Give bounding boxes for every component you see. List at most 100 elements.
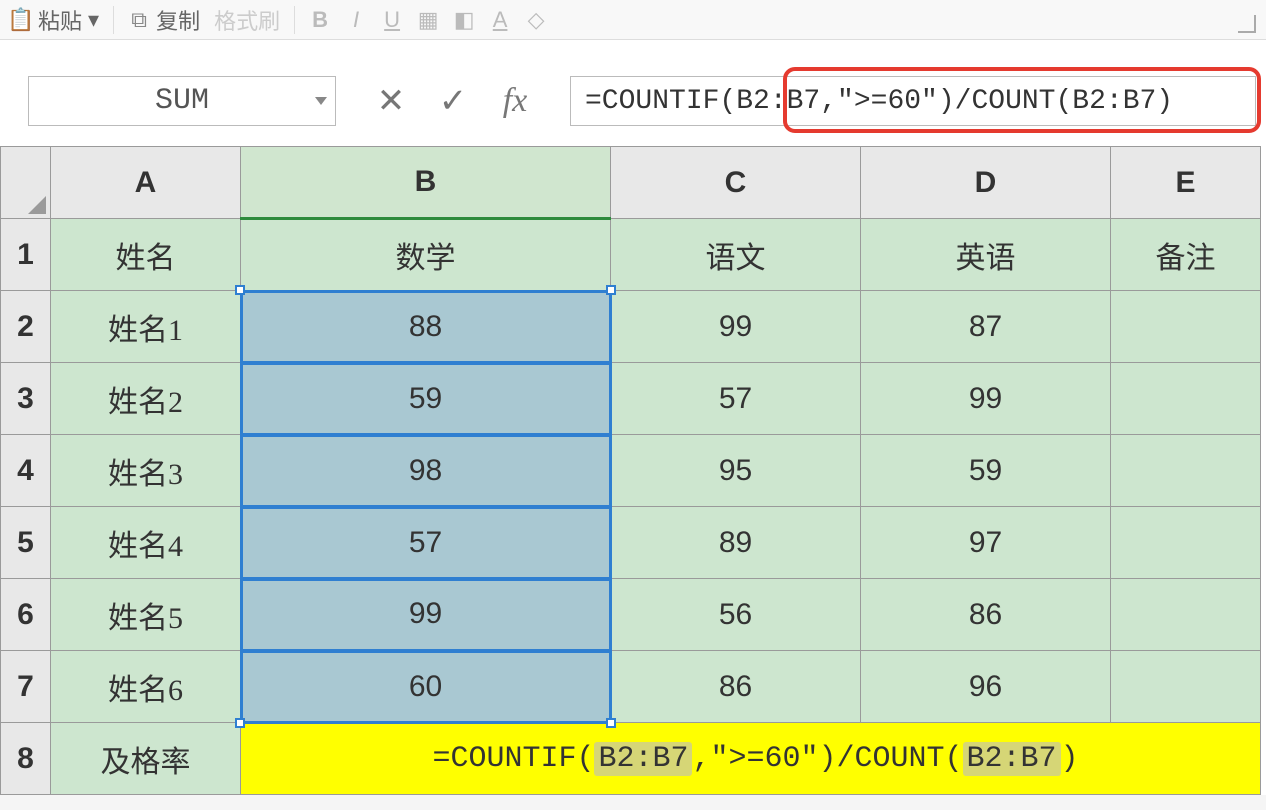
cell[interactable]: 及格率	[51, 723, 241, 795]
cell[interactable]	[1111, 291, 1261, 363]
cell[interactable]: 99	[241, 579, 611, 651]
table-row: 4 姓名3 98 95 59	[1, 435, 1261, 507]
formula-seg: =COUNTIF(	[432, 742, 594, 776]
selection-handle[interactable]	[606, 718, 616, 728]
cell-value: 60	[409, 670, 442, 703]
enter-icon[interactable]: ✓	[434, 82, 472, 120]
cell[interactable]: 97	[861, 507, 1111, 579]
cell[interactable]: 99	[861, 363, 1111, 435]
cell[interactable]: 98	[241, 435, 611, 507]
active-formula-cell[interactable]: =COUNTIF(B2:B7,">=60")/COUNT(B2:B7)	[241, 723, 1261, 795]
cell[interactable]: 86	[861, 579, 1111, 651]
name-box[interactable]: SUM	[28, 76, 336, 126]
chevron-down-icon[interactable]	[315, 97, 327, 105]
cell[interactable]: 姓名4	[51, 507, 241, 579]
selection-handle[interactable]	[235, 285, 245, 295]
formula-ref: B2:B7	[594, 742, 692, 776]
cell[interactable]	[1111, 579, 1261, 651]
row-header[interactable]: 5	[1, 507, 51, 579]
paste-button[interactable]: 📋 粘贴 ▾	[10, 4, 99, 36]
cell[interactable]: 姓名	[51, 219, 241, 291]
cell[interactable]: 姓名2	[51, 363, 241, 435]
table-row: 3 姓名2 59 57 99	[1, 363, 1261, 435]
row-header[interactable]: 8	[1, 723, 51, 795]
formula-bar-buttons: ✕ ✓ fx	[372, 76, 534, 126]
row-header[interactable]: 7	[1, 651, 51, 723]
cell[interactable]: 86	[611, 651, 861, 723]
cell[interactable]	[1111, 363, 1261, 435]
formula-input[interactable]: =COUNTIF(B2:B7,">=60")/COUNT(B2:B7)	[570, 76, 1256, 126]
row-header[interactable]: 3	[1, 363, 51, 435]
dialog-launcher-icon[interactable]	[1238, 15, 1256, 33]
eraser-icon[interactable]: ◇	[525, 9, 547, 31]
clipboard-icon: 📋	[10, 9, 32, 31]
row-header[interactable]: 2	[1, 291, 51, 363]
col-header-E[interactable]: E	[1111, 147, 1261, 219]
cell[interactable]: 语文	[611, 219, 861, 291]
formula-text: =COUNTIF(B2:B7,">=60")/COUNT(B2:B7)	[585, 86, 1173, 117]
formula-seg: )	[1061, 742, 1079, 776]
cell-value: 88	[409, 310, 442, 343]
cancel-icon[interactable]: ✕	[372, 82, 410, 120]
cell[interactable]: 57	[241, 507, 611, 579]
selection-handle[interactable]	[235, 718, 245, 728]
cell[interactable]	[1111, 507, 1261, 579]
col-header-A[interactable]: A	[51, 147, 241, 219]
fill-color-icon[interactable]: ◧	[453, 9, 475, 31]
table-row: 2 姓名1 88 99 87	[1, 291, 1261, 363]
cell[interactable]: 姓名6	[51, 651, 241, 723]
cell[interactable]: 57	[611, 363, 861, 435]
cell[interactable]: 56	[611, 579, 861, 651]
row-header[interactable]: 4	[1, 435, 51, 507]
cell[interactable]: 88	[241, 291, 611, 363]
cell[interactable]: 95	[611, 435, 861, 507]
cell[interactable]: 87	[861, 291, 1111, 363]
cell[interactable]: 60	[241, 651, 611, 723]
cell[interactable]: 89	[611, 507, 861, 579]
format-painter-button[interactable]: 格式刷	[214, 4, 280, 36]
select-all-corner[interactable]	[1, 147, 51, 219]
format-painter-label: 格式刷	[214, 4, 280, 36]
row-header[interactable]: 1	[1, 219, 51, 291]
cell[interactable]: 姓名5	[51, 579, 241, 651]
table-row: 5 姓名4 57 89 97	[1, 507, 1261, 579]
selection-handle[interactable]	[606, 285, 616, 295]
cell[interactable]: 英语	[861, 219, 1111, 291]
table-row: 6 姓名5 99 56 86	[1, 579, 1261, 651]
paste-label: 粘贴	[38, 4, 82, 36]
font-color-icon[interactable]: A	[489, 9, 511, 31]
italic-icon[interactable]: I	[345, 9, 367, 31]
formula-ref: B2:B7	[963, 742, 1061, 776]
grid[interactable]: A B C D E 1 姓名 数学 语文 英语 备注 2 姓名1 88 99 8…	[0, 146, 1261, 795]
table-row: 7 姓名6 60 86 96	[1, 651, 1261, 723]
borders-icon[interactable]: ▦	[417, 9, 439, 31]
copy-button[interactable]: ⧉ 复制	[128, 4, 200, 36]
col-header-B[interactable]: B	[241, 147, 611, 219]
column-header-row: A B C D E	[1, 147, 1261, 219]
cell[interactable]: 59	[861, 435, 1111, 507]
separator	[294, 6, 295, 34]
col-header-C[interactable]: C	[611, 147, 861, 219]
underline-icon[interactable]: U	[381, 9, 403, 31]
table-row: 1 姓名 数学 语文 英语 备注	[1, 219, 1261, 291]
cell[interactable]: 姓名3	[51, 435, 241, 507]
bold-icon[interactable]: B	[309, 9, 331, 31]
cell[interactable]: 99	[611, 291, 861, 363]
ribbon-toolbar: 📋 粘贴 ▾ ⧉ 复制 格式刷 B I U ▦ ◧ A ◇	[0, 0, 1266, 40]
separator	[113, 6, 114, 34]
cell[interactable]: 96	[861, 651, 1111, 723]
cell[interactable]: 数学	[241, 219, 611, 291]
cell[interactable]: 备注	[1111, 219, 1261, 291]
fx-icon[interactable]: fx	[496, 82, 534, 120]
table-row: 8 及格率 =COUNTIF(B2:B7,">=60")/COUNT(B2:B7…	[1, 723, 1261, 795]
col-header-D[interactable]: D	[861, 147, 1111, 219]
row-header[interactable]: 6	[1, 579, 51, 651]
cell[interactable]: 59	[241, 363, 611, 435]
cell[interactable]	[1111, 435, 1261, 507]
formula-bar: SUM ✕ ✓ fx =COUNTIF(B2:B7,">=60")/COUNT(…	[0, 40, 1266, 136]
copy-icon: ⧉	[128, 9, 150, 31]
formula-seg: ,">=60")/COUNT(	[692, 742, 962, 776]
cell[interactable]: 姓名1	[51, 291, 241, 363]
copy-label: 复制	[156, 4, 200, 36]
cell[interactable]	[1111, 651, 1261, 723]
